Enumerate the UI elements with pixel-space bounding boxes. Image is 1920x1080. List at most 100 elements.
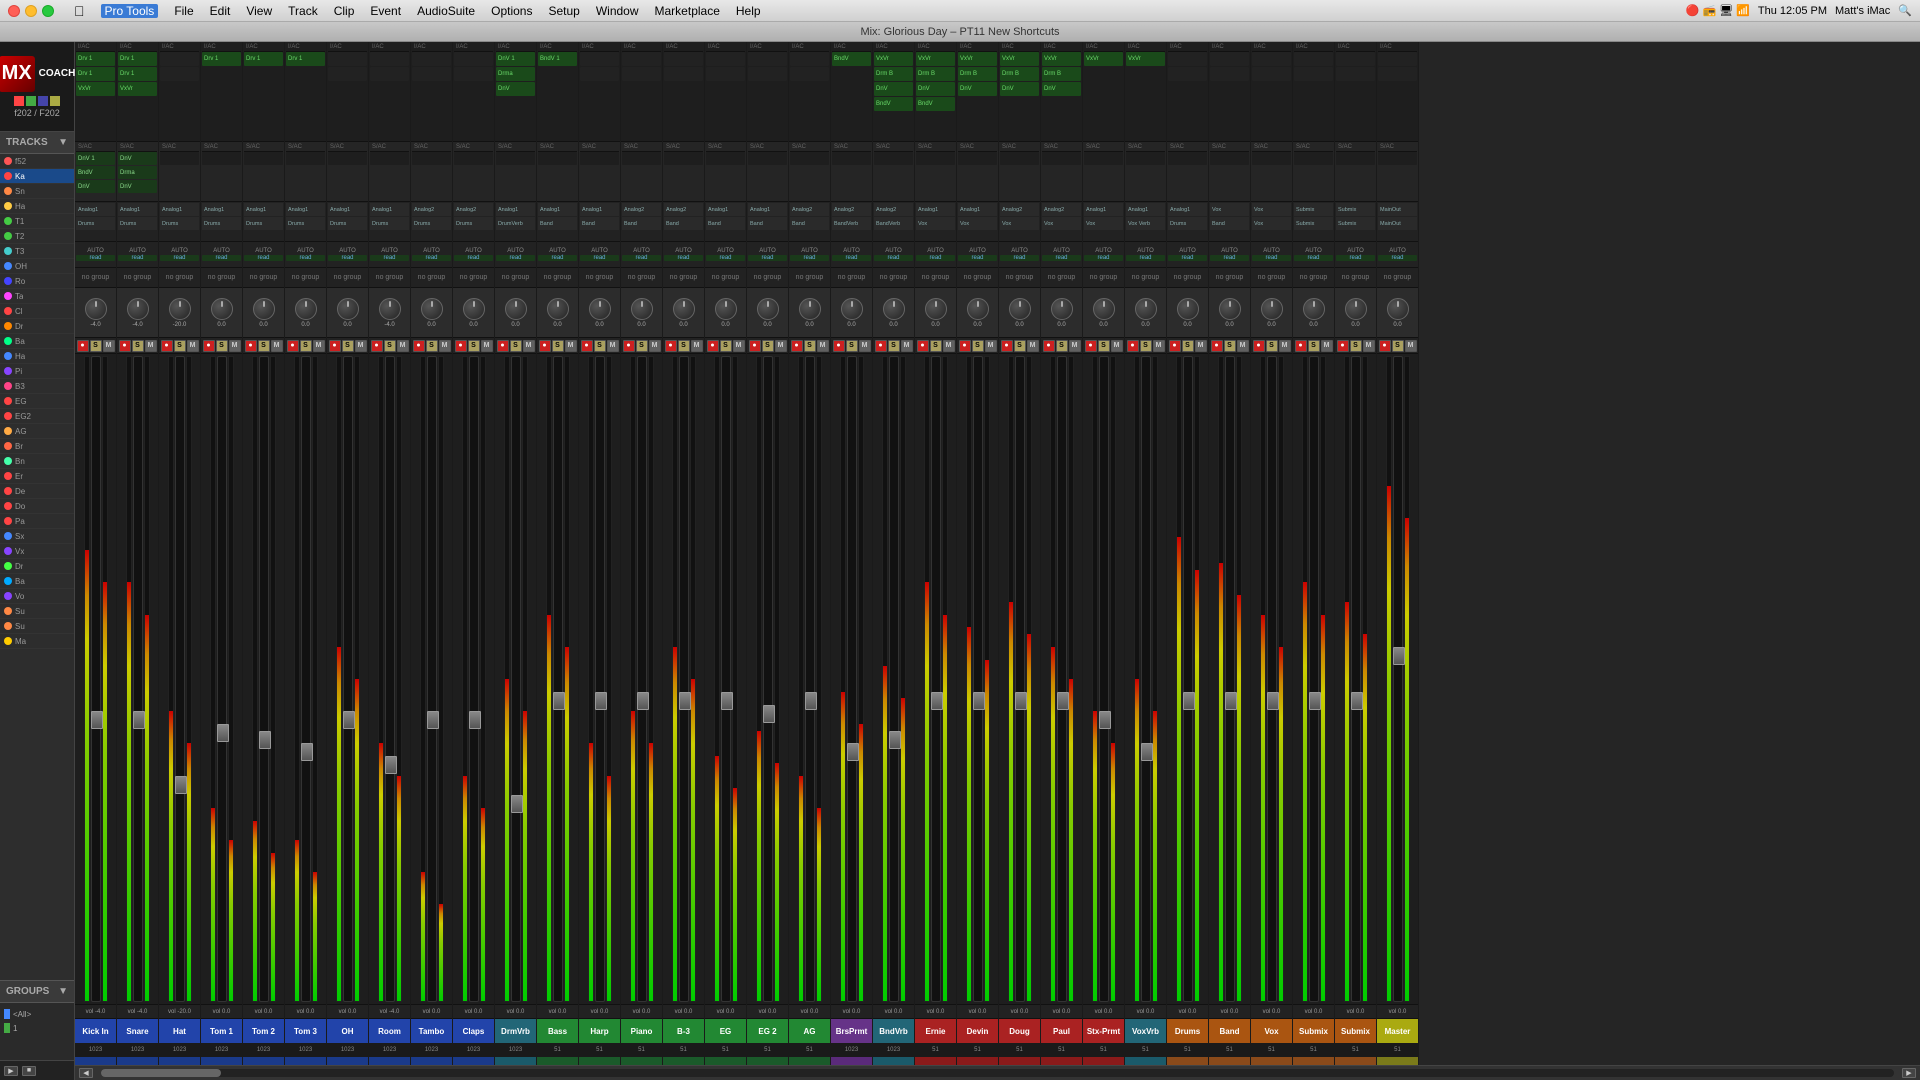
mute-button[interactable]: M [817, 340, 829, 352]
io-input[interactable]: Analog1 [286, 203, 325, 216]
group-section[interactable]: no group [1293, 268, 1334, 288]
track-item[interactable]: De [0, 484, 74, 499]
fader-track[interactable] [763, 356, 773, 1002]
io-output[interactable]: Vox [1042, 217, 1081, 230]
send-slot-empty[interactable] [790, 152, 829, 165]
pan-knob[interactable] [1135, 298, 1157, 320]
fader-handle[interactable] [1057, 692, 1069, 710]
insert-slot[interactable]: BndV [916, 97, 955, 111]
io-output[interactable]: Band [706, 217, 745, 230]
menu-marketplace[interactable]: Marketplace [655, 4, 720, 18]
io-input[interactable]: Analog2 [412, 203, 451, 216]
insert-slot-empty[interactable] [1378, 67, 1417, 81]
fader-section[interactable] [1335, 354, 1376, 1005]
io-input[interactable]: Analog1 [1126, 203, 1165, 216]
insert-slot-empty[interactable] [1210, 52, 1249, 66]
auto-mode[interactable]: read [454, 255, 493, 261]
tracks-menu-icon[interactable]: ▼ [58, 137, 68, 148]
channel-name[interactable]: Piano [621, 1019, 662, 1043]
io-output[interactable]: Drums [1168, 217, 1207, 230]
rec-arm-button[interactable]: ● [833, 340, 845, 352]
mute-button[interactable]: M [1321, 340, 1333, 352]
group-section[interactable]: no group [1125, 268, 1166, 288]
group-section[interactable]: no group [747, 268, 788, 288]
mute-button[interactable]: M [691, 340, 703, 352]
channel-name[interactable]: Tom 2 [243, 1019, 284, 1043]
io-input[interactable]: Analog1 [496, 203, 535, 216]
group-section[interactable]: no group [873, 268, 914, 288]
channel-name[interactable]: Tambo [411, 1019, 452, 1043]
io-input[interactable]: Submix [1336, 203, 1375, 216]
mute-button[interactable]: M [859, 340, 871, 352]
menu-protools[interactable]: Pro Tools [101, 4, 159, 18]
pan-knob[interactable] [757, 298, 779, 320]
stop-button[interactable]: ■ [22, 1066, 36, 1076]
fader-track[interactable] [1393, 356, 1403, 1002]
send-slot[interactable]: DnV [118, 152, 157, 165]
channel-name[interactable]: Tom 1 [201, 1019, 242, 1043]
send-slot-empty[interactable] [1168, 152, 1207, 165]
io-output[interactable]: Drums [244, 217, 283, 230]
fader-track[interactable] [301, 356, 311, 1002]
group-section[interactable]: no group [327, 268, 368, 288]
insert-slot[interactable]: VxVr [1084, 52, 1123, 66]
fader-handle[interactable] [469, 711, 481, 729]
auto-mode[interactable]: read [958, 255, 997, 261]
mute-button[interactable]: M [1363, 340, 1375, 352]
fader-section[interactable] [621, 354, 662, 1005]
pan-knob[interactable] [1051, 298, 1073, 320]
io-input[interactable]: Analog1 [328, 203, 367, 216]
channel-name[interactable]: Submix [1335, 1019, 1376, 1043]
fader-track[interactable] [427, 356, 437, 1002]
scrollbar-thumb[interactable] [101, 1069, 221, 1077]
track-item[interactable]: Sx [0, 529, 74, 544]
fader-section[interactable] [789, 354, 830, 1005]
fader-handle[interactable] [1393, 647, 1405, 665]
insert-slot[interactable]: VxVr [874, 52, 913, 66]
group-section[interactable]: no group [537, 268, 578, 288]
insert-slot-empty[interactable] [412, 67, 451, 81]
io-output[interactable]: BandVerb [874, 217, 913, 230]
channel-name[interactable]: EG 2 [747, 1019, 788, 1043]
fader-section[interactable] [957, 354, 998, 1005]
auto-mode[interactable]: read [1084, 255, 1123, 261]
track-item[interactable]: Ba [0, 574, 74, 589]
insert-slot-empty[interactable] [706, 52, 745, 66]
send-slot-empty[interactable] [328, 152, 367, 165]
insert-slot-empty[interactable] [622, 52, 661, 66]
rec-arm-button[interactable]: ● [791, 340, 803, 352]
track-item[interactable]: Ha [0, 199, 74, 214]
channel-name[interactable]: B-3 [663, 1019, 704, 1043]
io-input[interactable]: Analog1 [118, 203, 157, 216]
rec-arm-button[interactable]: ● [1127, 340, 1139, 352]
solo-button[interactable]: S [468, 340, 480, 352]
pan-knob[interactable] [295, 298, 317, 320]
search-icon[interactable]: 🔍 [1898, 4, 1912, 17]
fader-track[interactable] [217, 356, 227, 1002]
send-slot-empty[interactable] [496, 152, 535, 165]
io-output[interactable]: Band [622, 217, 661, 230]
fader-track[interactable] [133, 356, 143, 1002]
send-slot-empty[interactable] [832, 152, 871, 165]
auto-mode[interactable]: read [1294, 255, 1333, 261]
io-input[interactable]: Analog1 [538, 203, 577, 216]
send-slot-empty[interactable] [370, 152, 409, 165]
channel-name[interactable]: Ernie [915, 1019, 956, 1043]
solo-button[interactable]: S [1182, 340, 1194, 352]
track-item[interactable]: Pa [0, 514, 74, 529]
send-slot-empty[interactable] [202, 152, 241, 165]
mute-button[interactable]: M [943, 340, 955, 352]
auto-mode[interactable]: read [202, 255, 241, 261]
solo-button[interactable]: S [846, 340, 858, 352]
io-output[interactable]: Band [580, 217, 619, 230]
fader-handle[interactable] [553, 692, 565, 710]
mute-button[interactable]: M [313, 340, 325, 352]
rec-arm-button[interactable]: ● [665, 340, 677, 352]
group-item[interactable]: <All> [4, 1007, 70, 1021]
insert-slot[interactable]: VxVr [958, 52, 997, 66]
insert-slot[interactable]: VxVr [916, 52, 955, 66]
io-output[interactable]: Band [538, 217, 577, 230]
io-input[interactable]: Analog2 [832, 203, 871, 216]
rec-arm-button[interactable]: ● [539, 340, 551, 352]
fader-section[interactable] [537, 354, 578, 1005]
